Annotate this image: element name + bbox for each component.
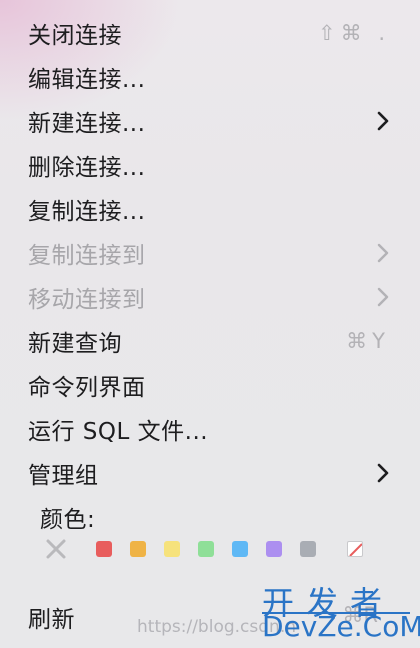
menu-item-manage-group[interactable]: 管理组 bbox=[0, 451, 420, 495]
menu-item-new-connection[interactable]: 新建连接... bbox=[0, 99, 420, 143]
menu-item-new-query[interactable]: 新建查询 ⌘Y bbox=[0, 319, 420, 363]
color-swatch-red[interactable] bbox=[96, 541, 112, 557]
menu-item-label: 管理组 bbox=[28, 463, 99, 489]
menu-item-label: 编辑连接... bbox=[28, 67, 146, 93]
shortcut-hint: ⌘Y bbox=[346, 329, 390, 353]
menu-item-label: 移动连接到 bbox=[28, 287, 146, 313]
watermark-brand-bottom: DevZe.CoM bbox=[262, 610, 420, 643]
chevron-right-icon bbox=[377, 110, 390, 132]
chevron-right-icon bbox=[377, 462, 390, 484]
shortcut-hint: ⇧⌘ . bbox=[318, 21, 390, 45]
menu-item-label: 命令列界面 bbox=[28, 375, 146, 401]
menu-item-delete-connection[interactable]: 删除连接... bbox=[0, 143, 420, 187]
color-swatch-orange[interactable] bbox=[130, 541, 146, 557]
color-swatch-custom-icon[interactable] bbox=[347, 541, 363, 557]
chevron-right-icon bbox=[377, 286, 390, 308]
menu-item-move-connection-to: 移动连接到 bbox=[0, 275, 420, 319]
menu-item-label: 新建连接... bbox=[28, 111, 146, 137]
menu-item-label: 新建查询 bbox=[28, 331, 122, 357]
color-swatch-green[interactable] bbox=[198, 541, 214, 557]
color-swatch-yellow[interactable] bbox=[164, 541, 180, 557]
color-swatch-purple[interactable] bbox=[266, 541, 282, 557]
menu-item-label: 复制连接到 bbox=[28, 243, 146, 269]
color-none-x-icon[interactable] bbox=[45, 538, 67, 560]
menu-item-label: 关闭连接 bbox=[28, 23, 122, 49]
color-swatch-blue[interactable] bbox=[232, 541, 248, 557]
color-label: 颜色: bbox=[40, 507, 96, 533]
menu-item-duplicate-connection[interactable]: 复制连接... bbox=[0, 187, 420, 231]
menu-item-close-connection[interactable]: 关闭连接 ⇧⌘ . bbox=[0, 11, 420, 55]
menu-item-edit-connection[interactable]: 编辑连接... bbox=[0, 55, 420, 99]
menu-item-label: 复制连接... bbox=[28, 199, 146, 225]
context-menu: 关闭连接 ⇧⌘ . 编辑连接... 新建连接... 删除连接... 复制连接..… bbox=[0, 0, 420, 648]
menu-item-command-line[interactable]: 命令列界面 bbox=[0, 363, 420, 407]
menu-item-label: 运行 SQL 文件... bbox=[28, 419, 209, 445]
chevron-right-icon bbox=[377, 242, 390, 264]
menu-item-run-sql-file[interactable]: 运行 SQL 文件... bbox=[0, 407, 420, 451]
color-swatch-row bbox=[0, 537, 420, 565]
menu-item-label: 刷新 bbox=[28, 607, 75, 633]
menu-item-label: 删除连接... bbox=[28, 155, 146, 181]
color-swatch-gray[interactable] bbox=[300, 541, 316, 557]
menu-item-copy-connection-to: 复制连接到 bbox=[0, 231, 420, 275]
